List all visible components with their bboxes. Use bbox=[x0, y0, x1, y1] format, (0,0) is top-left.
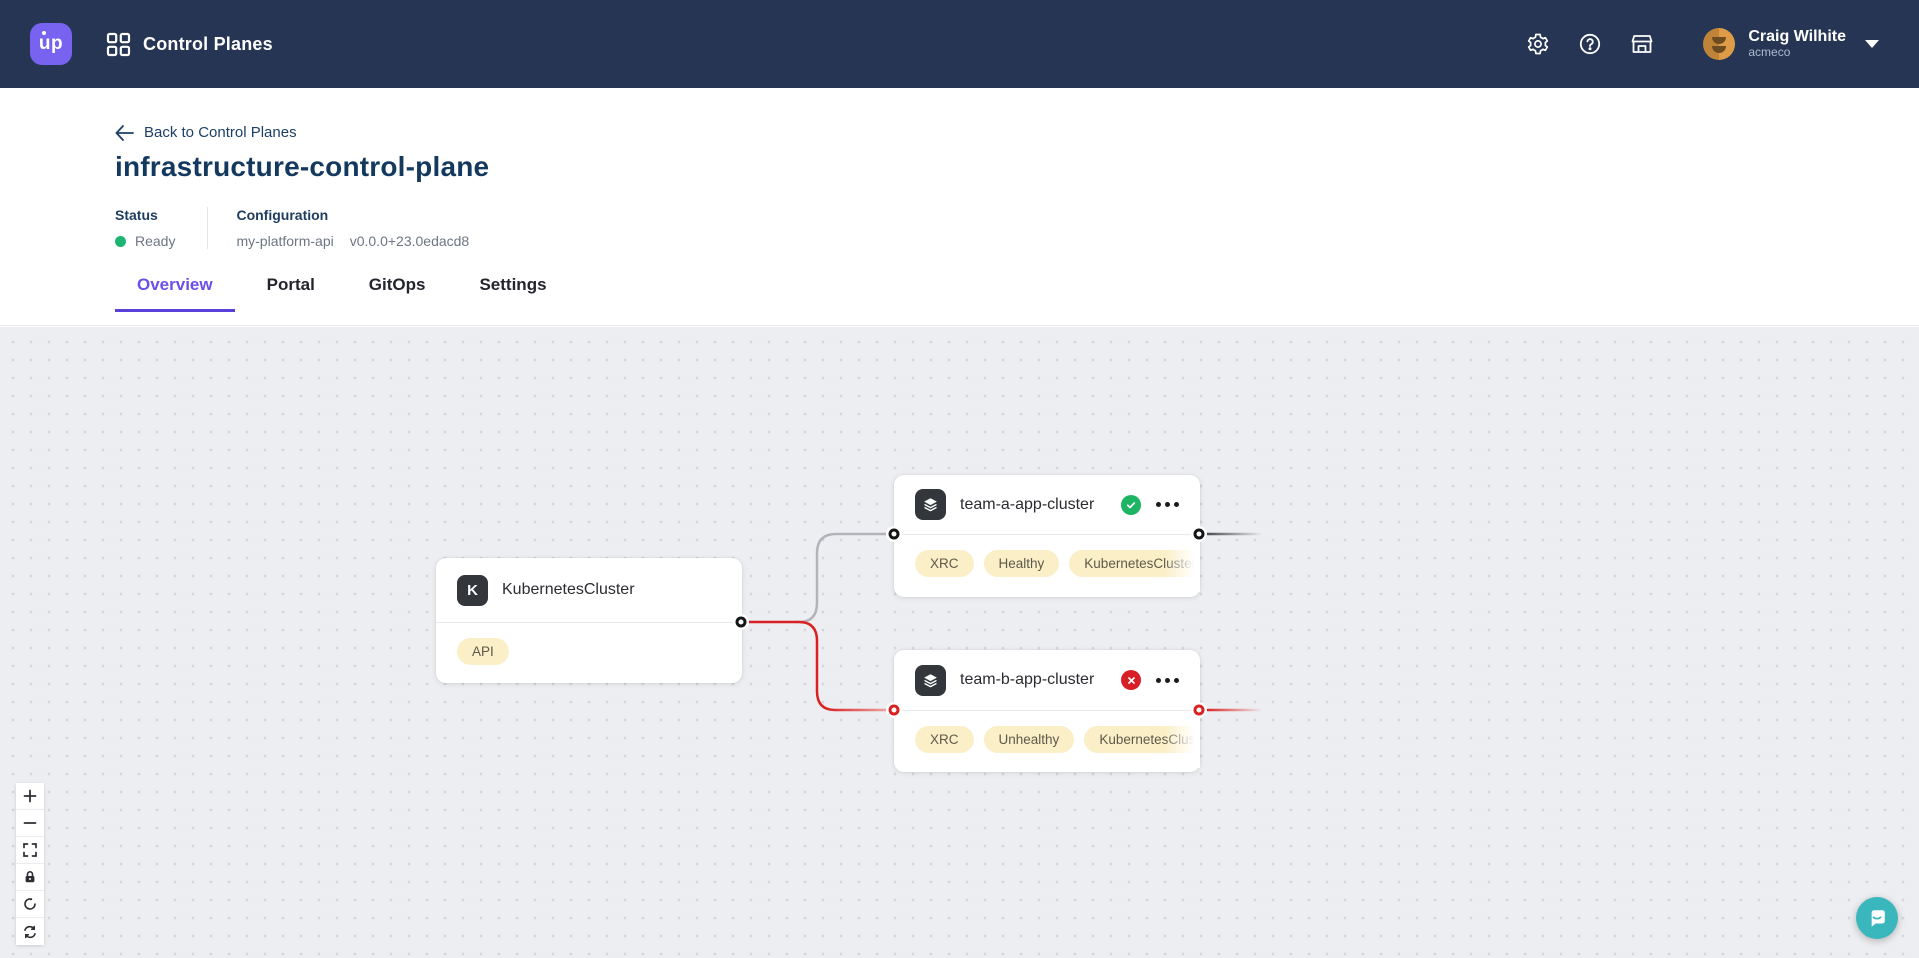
node-badges: API bbox=[436, 622, 742, 680]
chat-bubble-icon bbox=[1866, 907, 1888, 929]
refresh-sync-button[interactable] bbox=[16, 918, 44, 945]
configuration-version: v0.0.0+23.0edacd8 bbox=[350, 233, 470, 249]
tab-bar: Overview Portal GitOps Settings bbox=[115, 275, 1919, 311]
back-link-label: Back to Control Planes bbox=[144, 124, 297, 141]
upbound-logo[interactable]: up bbox=[30, 23, 72, 65]
user-name: Craig Wilhite bbox=[1748, 28, 1846, 46]
edge-k8s-to-team-a bbox=[795, 534, 894, 622]
badge-api: API bbox=[457, 638, 509, 665]
fit-view-button[interactable] bbox=[16, 837, 44, 864]
configuration-block: Configuration my-platform-api v0.0.0+23.… bbox=[236, 207, 469, 249]
node-badges: XRC Healthy KubernetesCluster bbox=[894, 534, 1200, 592]
back-arrow-icon bbox=[115, 125, 134, 141]
relayout-button[interactable] bbox=[16, 891, 44, 918]
back-link[interactable]: Back to Control Planes bbox=[115, 124, 297, 141]
page-title: infrastructure-control-plane bbox=[115, 151, 1919, 183]
tab-gitops[interactable]: GitOps bbox=[347, 275, 448, 311]
node-menu-button[interactable] bbox=[1156, 678, 1179, 683]
tab-portal[interactable]: Portal bbox=[245, 275, 337, 311]
edge-k8s-to-team-b bbox=[741, 622, 894, 710]
badge-xrc: XRC bbox=[915, 550, 974, 577]
user-menu[interactable]: Craig Wilhite acmeco bbox=[1703, 28, 1879, 60]
node-menu-button[interactable] bbox=[1156, 502, 1179, 507]
node-team-a-app-cluster[interactable]: team-a-app-cluster XRC Healthy Kubernete… bbox=[894, 475, 1200, 597]
logo-text: up bbox=[39, 33, 63, 55]
zoom-out-button[interactable] bbox=[16, 810, 44, 837]
meta-row: Status Ready Configuration my-platform-a… bbox=[115, 207, 1919, 249]
marketplace-icon[interactable] bbox=[1629, 31, 1655, 57]
graph-canvas[interactable]: K KubernetesCluster API team-a-app-clust… bbox=[0, 327, 1919, 958]
layers-icon bbox=[915, 489, 946, 520]
tab-settings[interactable]: Settings bbox=[457, 275, 568, 311]
node-kubernetescluster[interactable]: K KubernetesCluster API bbox=[436, 558, 742, 683]
nav-app-title: Control Planes bbox=[143, 34, 273, 55]
status-label: Status bbox=[115, 207, 175, 223]
badge-healthy: Healthy bbox=[984, 550, 1060, 577]
handle-team-b-right[interactable] bbox=[1194, 705, 1205, 716]
handle-team-a-left[interactable] bbox=[889, 529, 900, 540]
graph-edges bbox=[0, 327, 1919, 958]
kubernetes-k-icon: K bbox=[457, 575, 488, 606]
user-org: acmeco bbox=[1748, 46, 1846, 60]
node-badges: XRC Unhealthy KubernetesCluster bbox=[894, 710, 1200, 768]
user-avatar bbox=[1703, 28, 1735, 60]
tab-overview[interactable]: Overview bbox=[115, 275, 235, 311]
chat-widget-button[interactable] bbox=[1856, 897, 1898, 939]
zoom-in-button[interactable] bbox=[16, 783, 44, 810]
app-grid-icon[interactable] bbox=[106, 32, 131, 57]
page-header: Back to Control Planes infrastructure-co… bbox=[0, 88, 1919, 326]
layers-icon bbox=[915, 665, 946, 696]
status-ready-dot bbox=[115, 236, 126, 247]
unhealthy-x-icon bbox=[1121, 670, 1141, 690]
node-title: team-a-app-cluster bbox=[960, 496, 1094, 514]
user-text: Craig Wilhite acmeco bbox=[1748, 28, 1846, 60]
meta-divider bbox=[207, 207, 208, 249]
badge-xrc: XRC bbox=[915, 726, 974, 753]
node-title: KubernetesCluster bbox=[502, 581, 635, 599]
status-value: Ready bbox=[135, 233, 175, 249]
chevron-down-icon[interactable] bbox=[1865, 40, 1879, 48]
handle-k8s-right[interactable] bbox=[736, 617, 747, 628]
app-root: up Control Planes bbox=[0, 0, 1919, 958]
healthy-check-icon bbox=[1121, 495, 1141, 515]
configuration-name: my-platform-api bbox=[236, 233, 333, 249]
nav-title-group: Control Planes bbox=[106, 32, 273, 57]
status-block: Status Ready bbox=[115, 207, 207, 249]
handle-team-a-right[interactable] bbox=[1194, 529, 1205, 540]
graph-toolbar bbox=[16, 783, 44, 945]
nav-right: Craig Wilhite acmeco bbox=[1525, 28, 1879, 60]
configuration-label: Configuration bbox=[236, 207, 469, 223]
badge-kind: KubernetesCluster bbox=[1069, 550, 1200, 577]
settings-gear-icon[interactable] bbox=[1525, 31, 1551, 57]
lock-button[interactable] bbox=[16, 864, 44, 891]
node-team-b-app-cluster[interactable]: team-b-app-cluster XRC Unhealthy Kuberne… bbox=[894, 650, 1200, 772]
logo-dot bbox=[42, 31, 46, 35]
badge-kind: KubernetesCluster bbox=[1084, 726, 1200, 753]
badge-unhealthy: Unhealthy bbox=[984, 726, 1075, 753]
top-navbar: up Control Planes bbox=[0, 0, 1919, 88]
node-title: team-b-app-cluster bbox=[960, 671, 1094, 689]
handle-team-b-left[interactable] bbox=[889, 705, 900, 716]
help-icon[interactable] bbox=[1577, 31, 1603, 57]
